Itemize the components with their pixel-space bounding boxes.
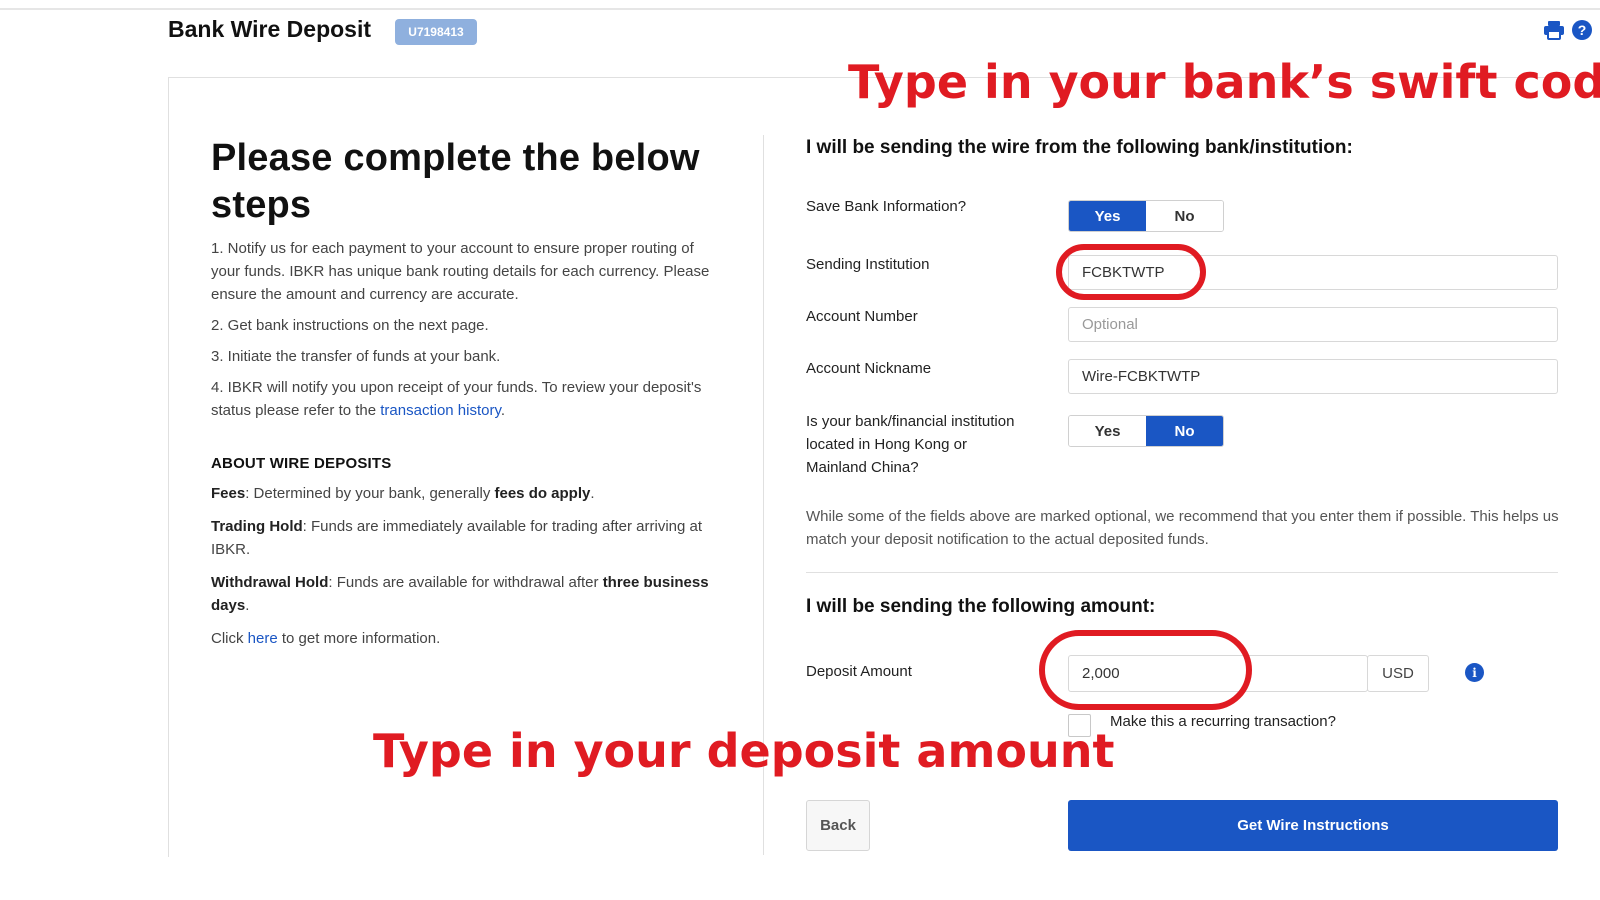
section-divider [806, 572, 1558, 573]
deposit-amount-label: Deposit Amount [806, 663, 912, 680]
steps-heading: Please complete the below steps [211, 137, 700, 226]
step-4-tail: . [500, 402, 506, 419]
withdrawal-text: : Funds are available for withdrawal aft… [328, 574, 603, 591]
step-1: 1. Notify us for each payment to your ac… [211, 240, 710, 303]
account-number-label: Account Number [806, 308, 918, 325]
top-divider [0, 8, 1600, 10]
page-title: Bank Wire Deposit [168, 16, 372, 42]
recurring-label: Make this a recurring transaction? [1110, 713, 1336, 730]
hk-china-yes[interactable]: Yes [1069, 416, 1146, 446]
back-button[interactable]: Back [806, 800, 870, 851]
optional-fields-note: While some of the fields above are marke… [806, 508, 1559, 548]
trading-label: Trading Hold [211, 518, 303, 535]
account-nickname-input[interactable]: Wire-FCBKTWTP [1068, 359, 1558, 394]
withdrawal-hold-item: Withdrawal Hold: Funds are available for… [211, 571, 721, 617]
fees-text: : Determined by your bank, generally [245, 485, 495, 502]
step-4: 4. IBKR will notify you upon receipt of … [211, 376, 721, 422]
more-info-link[interactable]: here [248, 630, 278, 647]
fees-tail: . [590, 485, 595, 502]
currency-label: USD [1367, 655, 1429, 692]
account-badge: U7198413 [395, 19, 477, 45]
withdrawal-label: Withdrawal Hold [211, 574, 329, 591]
deposit-amount-annotation: Type in your deposit amount [373, 724, 1115, 778]
swift-code-annotation: Type in your bank’s swift code [848, 55, 1600, 109]
fees-bold: fees do apply [494, 485, 591, 502]
instructions-panel: Please complete the below steps 1. Notif… [211, 135, 721, 650]
get-wire-instructions-button[interactable]: Get Wire Instructions [1068, 800, 1558, 851]
hk-china-no[interactable]: No [1146, 416, 1223, 446]
info-icon[interactable]: i [1465, 663, 1484, 682]
save-bank-yes[interactable]: Yes [1069, 201, 1146, 231]
swift-highlight-ring [1056, 244, 1206, 300]
more-info-item: Click here to get more information. [211, 627, 721, 650]
bank-section-heading: I will be sending the wire from the foll… [806, 137, 1353, 158]
hk-china-label: Is your bank/financial institution locat… [806, 413, 1015, 476]
save-bank-no[interactable]: No [1146, 201, 1223, 231]
transaction-history-link[interactable]: transaction history [380, 402, 501, 419]
account-nickname-label: Account Nickname [806, 360, 932, 377]
more-prefix: Click [211, 630, 248, 647]
step-3: 3. Initiate the transfer of funds at you… [211, 348, 501, 365]
save-bank-label: Save Bank Information? [806, 198, 967, 215]
fees-item: Fees: Determined by your bank, generally… [211, 482, 721, 505]
withdrawal-tail: . [245, 597, 250, 614]
amount-section-heading: I will be sending the following amount: [806, 596, 1156, 617]
help-icon[interactable]: ? [1572, 20, 1592, 40]
trading-hold-item: Trading Hold: Funds are immediately avai… [211, 515, 721, 561]
account-number-input[interactable]: Optional [1068, 307, 1558, 342]
step-2: 2. Get bank instructions on the next pag… [211, 317, 489, 334]
fees-label: Fees [211, 485, 246, 502]
amount-highlight-ring [1039, 630, 1252, 710]
hk-china-toggle: Yes No [1068, 415, 1224, 447]
more-suffix: to get more information. [277, 630, 441, 647]
save-bank-toggle: Yes No [1068, 200, 1224, 232]
printer-icon[interactable] [1543, 20, 1565, 40]
sending-institution-label: Sending Institution [806, 256, 930, 273]
about-heading: ABOUT WIRE DEPOSITS [211, 455, 392, 472]
